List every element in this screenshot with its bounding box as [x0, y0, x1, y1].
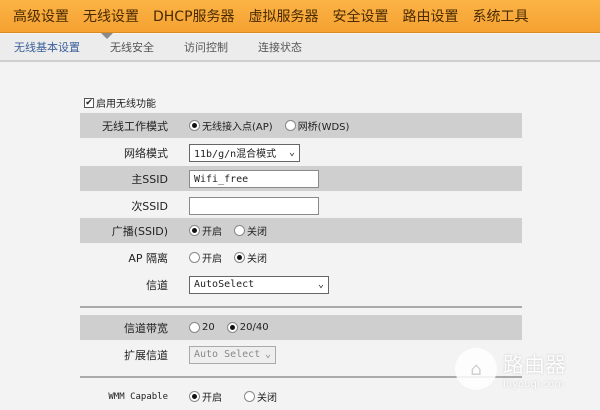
radio-selected-icon	[189, 225, 200, 236]
broadcast-label: 广播(SSID)	[111, 224, 168, 238]
chevron-down-icon: ⌄	[264, 349, 271, 360]
option-label: 20	[202, 322, 215, 333]
wmm-label: WMM Capable	[108, 391, 168, 402]
chevron-down-icon: ⌄	[288, 147, 295, 158]
ssid2-row: 次SSID	[80, 193, 522, 218]
top-nav-wireless[interactable]: 无线设置	[83, 6, 139, 26]
tab-wireless-basic[interactable]: 无线基本设置	[14, 39, 80, 55]
watermark-site: luyouqi.com	[503, 378, 565, 390]
option-label: 开启	[202, 393, 222, 404]
broadcast-on-radio[interactable]: 开启	[189, 223, 222, 238]
ap-isolation-row: AP 隔离 开启 关闭	[80, 245, 522, 270]
channel-label: 信道	[146, 278, 168, 292]
radio-icon	[244, 391, 255, 402]
ap-isolation-on-radio[interactable]: 开启	[189, 250, 222, 265]
option-label: 20/40	[239, 322, 269, 333]
net-mode-value: 11b/g/n混合模式	[194, 149, 277, 160]
tab-wireless-security[interactable]: 无线安全	[110, 39, 154, 55]
tab-access-control[interactable]: 访问控制	[184, 39, 228, 55]
ssid1-row: 主SSID Wifi_free	[80, 166, 522, 191]
work-mode-label: 无线工作模式	[102, 119, 168, 133]
radio-icon	[189, 252, 200, 263]
bandwidth-20-40-radio[interactable]: 20/40	[226, 322, 269, 333]
ext-channel-select[interactable]: Auto Select ⌄	[189, 345, 276, 364]
channel-value: AutoSelect	[194, 279, 255, 290]
watermark-logo: ⌂ 路由器 luyouqi.com	[455, 348, 566, 390]
radio-selected-icon	[189, 120, 200, 131]
ext-channel-value: Auto Select	[194, 349, 261, 360]
radio-icon	[234, 225, 245, 236]
wmm-off-radio[interactable]: 关闭	[244, 389, 277, 404]
divider	[80, 306, 522, 308]
work-mode-ap-radio[interactable]: 无线接入点(AP)	[189, 118, 273, 133]
top-nav-virtual-server[interactable]: 虚拟服务器	[249, 6, 319, 26]
top-nav-security[interactable]: 安全设置	[333, 6, 389, 26]
channel-select[interactable]: AutoSelect ⌄	[189, 275, 329, 294]
option-label: 关闭	[257, 393, 277, 404]
channel-row: 信道 AutoSelect ⌄	[80, 272, 522, 297]
top-nav-advanced[interactable]: 高级设置	[13, 6, 69, 26]
option-label: 关闭	[247, 227, 267, 238]
radio-selected-icon	[226, 322, 238, 333]
top-nav: 高级设置 无线设置 DHCP服务器 虚拟服务器 安全设置 路由设置 系统工具	[0, 0, 600, 33]
net-mode-row: 网络模式 11b/g/n混合模式 ⌄	[80, 140, 522, 165]
net-mode-label: 网络模式	[124, 146, 168, 160]
watermark-title: 路由器	[503, 352, 566, 377]
tab-connection-status[interactable]: 连接状态	[258, 39, 302, 55]
broadcast-off-radio[interactable]: 关闭	[234, 223, 267, 238]
top-nav-routing[interactable]: 路由设置	[403, 6, 459, 26]
enable-wireless-label: 启用无线功能	[96, 99, 156, 110]
ap-isolation-label: AP 隔离	[128, 251, 168, 265]
option-label: 网桥(WDS)	[297, 122, 350, 133]
bandwidth-label: 信道带宽	[124, 321, 168, 335]
top-nav-dhcp[interactable]: DHCP服务器	[153, 6, 235, 26]
enable-wireless-checkbox[interactable]: ✔ 启用无线功能	[84, 95, 156, 110]
radio-selected-icon	[234, 252, 245, 263]
ssid2-input[interactable]	[189, 196, 319, 215]
checkbox-checked-icon: ✔	[84, 97, 94, 108]
radio-icon	[284, 120, 296, 131]
option-label: 无线接入点(AP)	[202, 122, 273, 133]
top-nav-system-tools[interactable]: 系统工具	[473, 6, 529, 26]
ext-channel-label: 扩展信道	[124, 348, 168, 362]
net-mode-select[interactable]: 11b/g/n混合模式 ⌄	[189, 143, 300, 162]
work-mode-wds-radio[interactable]: 网桥(WDS)	[284, 118, 350, 133]
ap-isolation-off-radio[interactable]: 关闭	[234, 250, 267, 265]
sub-nav: 无线基本设置 无线安全 访问控制 连接状态	[0, 34, 600, 62]
wmm-on-radio[interactable]: 开启	[189, 389, 222, 404]
ssid1-label: 主SSID	[131, 172, 168, 186]
option-label: 开启	[202, 254, 222, 265]
radio-selected-icon	[189, 391, 200, 402]
ssid1-input[interactable]: Wifi_free	[189, 169, 319, 188]
chevron-down-icon: ⌄	[317, 279, 324, 290]
work-mode-row: 无线工作模式 无线接入点(AP) 网桥(WDS)	[80, 113, 522, 138]
ssid2-label: 次SSID	[131, 199, 168, 213]
option-label: 开启	[202, 227, 222, 238]
option-label: 关闭	[247, 254, 267, 265]
active-tab-caret	[101, 33, 113, 39]
broadcast-row: 广播(SSID) 开启 关闭	[80, 218, 522, 243]
router-icon: ⌂	[455, 348, 497, 390]
radio-icon	[189, 322, 200, 333]
bandwidth-20-radio[interactable]: 20	[189, 322, 215, 333]
bandwidth-row: 信道带宽 20 20/40	[80, 315, 522, 340]
